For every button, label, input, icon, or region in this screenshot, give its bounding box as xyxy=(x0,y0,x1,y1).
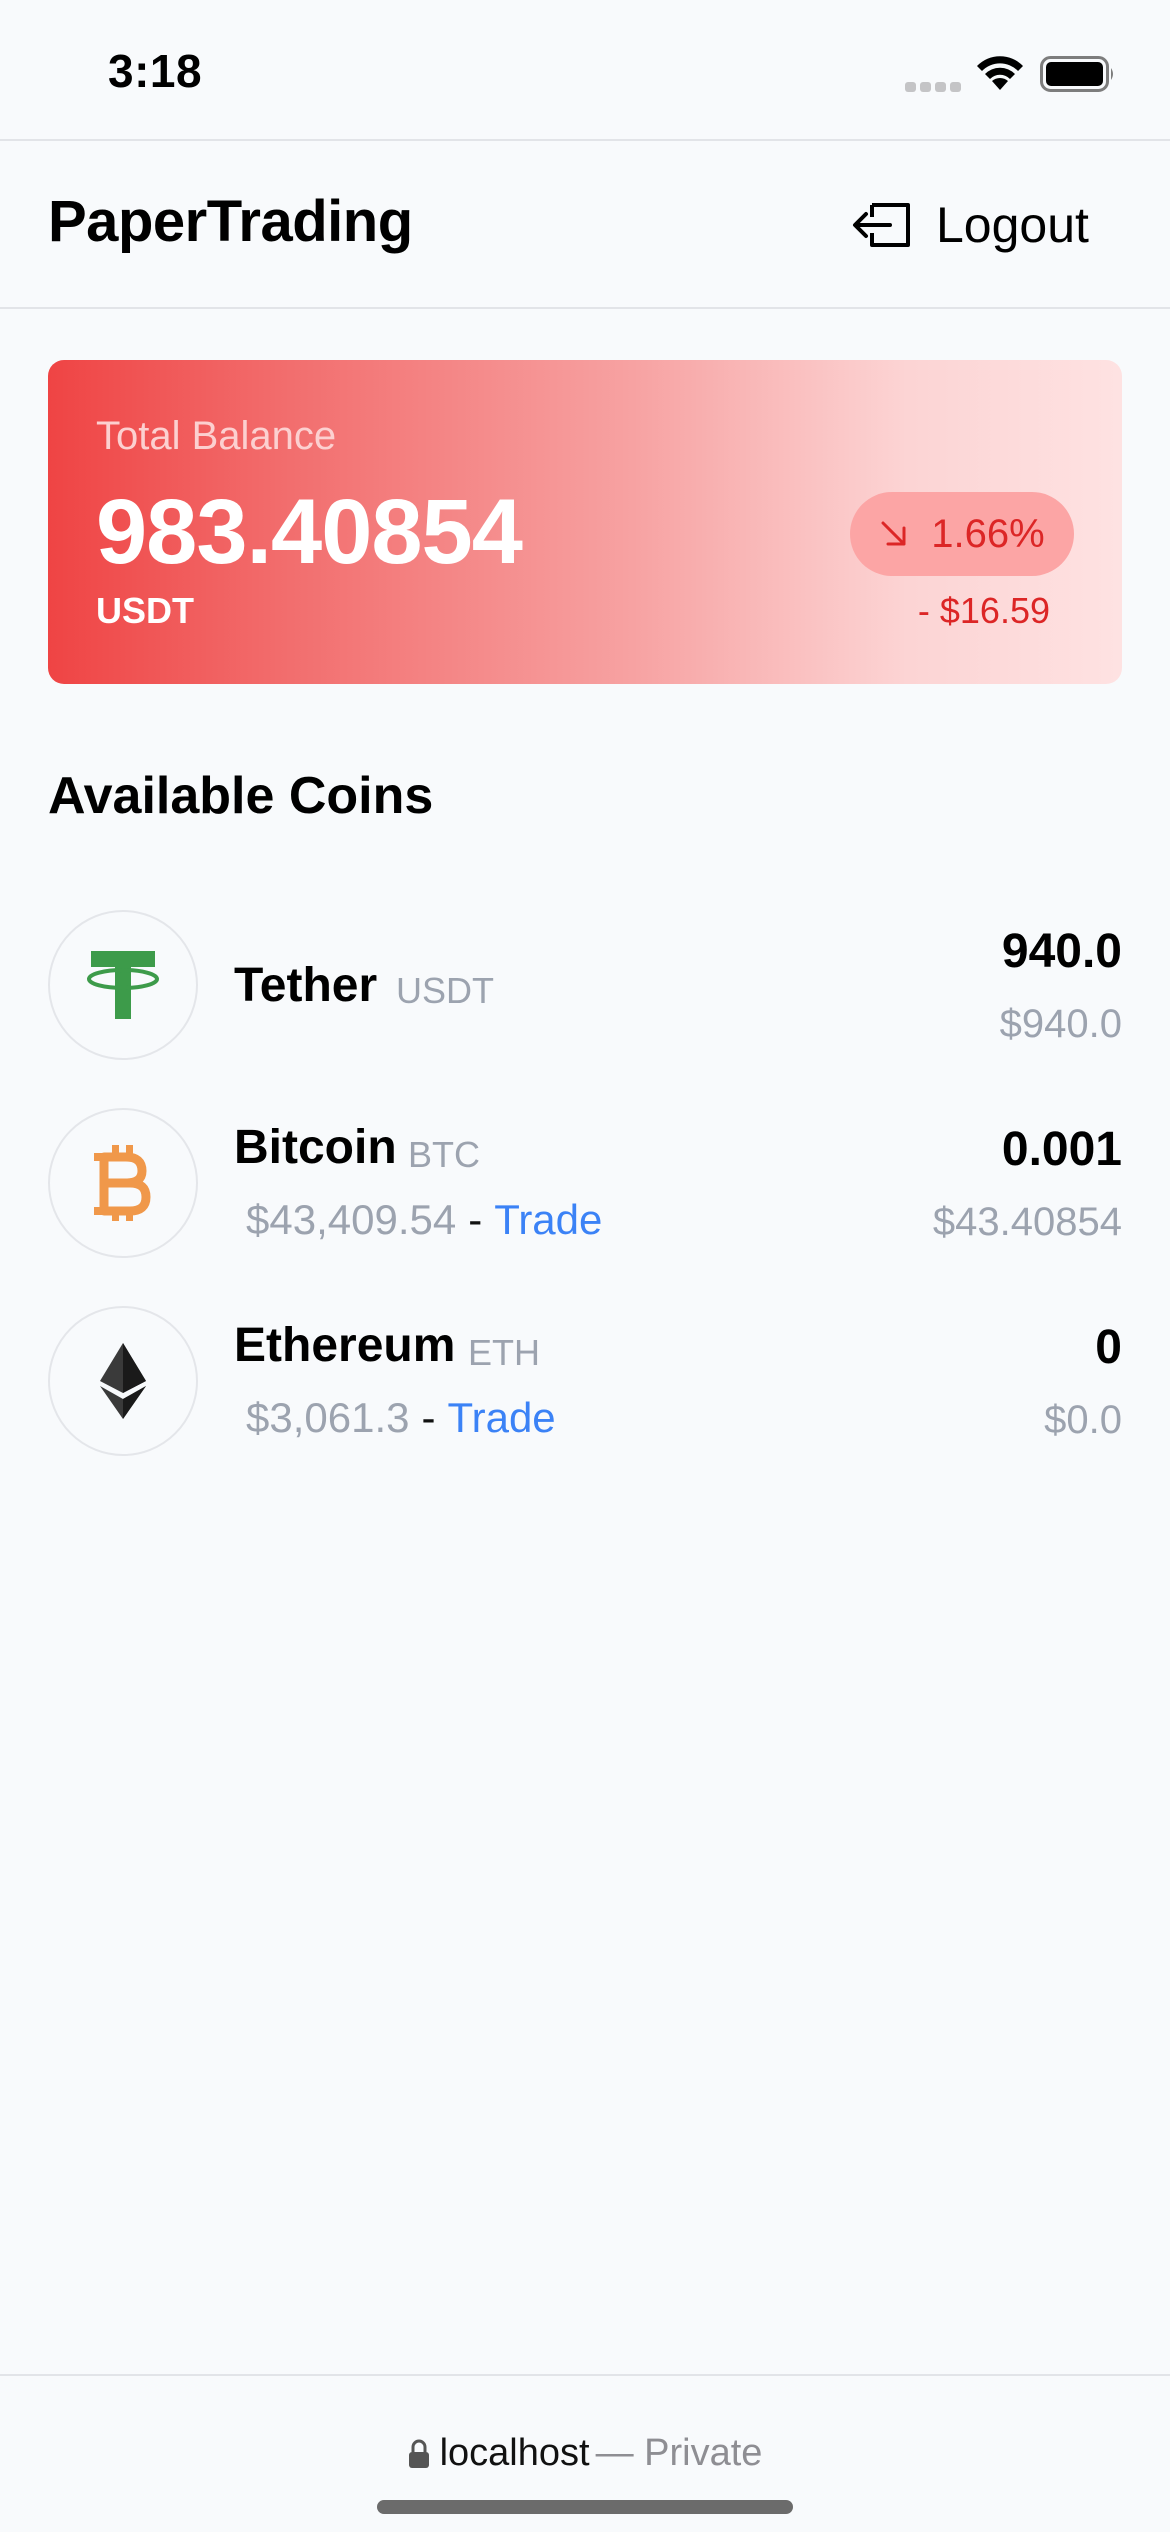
change-percent: 1.66% xyxy=(931,511,1045,556)
browser-bar: localhost — Private xyxy=(0,2376,1170,2532)
arrow-down-right-icon xyxy=(881,521,906,546)
balance-card: Total Balance 983.40854 USDT 1.66% - $16… xyxy=(48,360,1122,684)
coin-name: Ethereum xyxy=(234,1319,456,1372)
lock-icon xyxy=(408,2439,429,2468)
coin-value: $940.0 xyxy=(999,1002,1122,1046)
coin-amount: 0.001 xyxy=(1001,1123,1122,1176)
url-host: localhost xyxy=(439,2432,590,2474)
balance-value: 983.40854 xyxy=(96,481,523,583)
coin-amount: 0 xyxy=(1095,1321,1122,1374)
coin-name: Bitcoin xyxy=(234,1121,397,1174)
coin-symbol: ETH xyxy=(468,1332,540,1373)
cellular-signal-icon xyxy=(905,82,961,94)
home-indicator[interactable] xyxy=(377,2500,793,2514)
coin-price-row: $43,409.54 - Trade xyxy=(246,1196,602,1244)
coin-price: $3,061.3 xyxy=(246,1394,410,1441)
private-label: — Private xyxy=(595,2432,763,2474)
price-separator: - xyxy=(468,1196,483,1243)
coin-value: $43.40854 xyxy=(932,1200,1122,1244)
balance-label: Total Balance xyxy=(96,414,337,458)
tether-icon xyxy=(87,951,159,1019)
coin-value: $0.0 xyxy=(1044,1398,1122,1442)
coin-price: $43,409.54 xyxy=(246,1196,457,1243)
wifi-icon xyxy=(977,56,1023,90)
change-amount: - $16.59 xyxy=(917,590,1050,631)
logout-label: Logout xyxy=(936,197,1089,253)
app-screen: 3:18 PaperTrading Logout Total Balance 9… xyxy=(0,0,1170,2532)
coin-symbol: BTC xyxy=(408,1134,480,1175)
balance-currency: USDT xyxy=(96,590,194,631)
status-bar: 3:18 xyxy=(0,0,1170,140)
status-divider xyxy=(0,139,1170,141)
coin-logo xyxy=(48,1306,198,1456)
logout-icon xyxy=(853,203,910,247)
price-separator: - xyxy=(421,1394,436,1441)
coin-price-row: $3,061.3 - Trade xyxy=(246,1394,556,1442)
section-title: Available Coins xyxy=(48,767,434,825)
bitcoin-icon xyxy=(94,1145,151,1221)
coin-item-bitcoin[interactable]: Bitcoin BTC $43,409.54 - Trade 0.001 $43… xyxy=(0,1108,1170,1260)
logout-button[interactable]: Logout xyxy=(850,190,1089,260)
battery-icon xyxy=(1040,56,1113,92)
coin-amount: 940.0 xyxy=(1001,925,1122,978)
app-title: PaperTrading xyxy=(48,189,413,254)
trade-link[interactable]: Trade xyxy=(448,1394,556,1442)
header-divider xyxy=(0,307,1170,309)
coin-item-tether[interactable]: Tether USDT 940.0 $940.0 xyxy=(0,910,1170,1062)
status-time: 3:18 xyxy=(108,45,203,97)
trade-link[interactable]: Trade xyxy=(494,1196,602,1244)
url-field[interactable]: localhost — Private xyxy=(0,2432,1170,2475)
ethereum-icon xyxy=(100,1343,146,1419)
coin-symbol: USDT xyxy=(396,970,494,1011)
coin-name: Tether xyxy=(234,959,378,1012)
coin-item-ethereum[interactable]: Ethereum ETH $3,061.3 - Trade 0 $0.0 xyxy=(0,1306,1170,1458)
coin-logo xyxy=(48,910,198,1060)
coin-logo xyxy=(48,1108,198,1258)
change-badge: 1.66% xyxy=(850,492,1074,576)
